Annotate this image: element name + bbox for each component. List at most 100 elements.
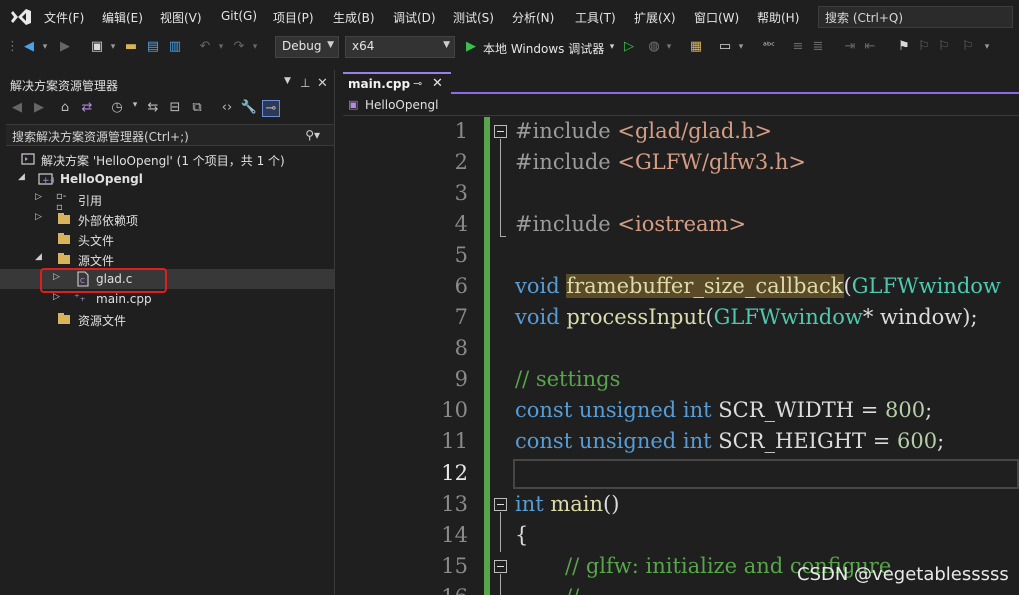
pin-tab-icon[interactable]: ⊸ (413, 77, 422, 90)
layout-dropdown-icon[interactable]: ▾ (736, 38, 746, 56)
fold-collapse-icon[interactable] (494, 560, 507, 573)
menu-build[interactable]: 生成(B) (333, 9, 375, 26)
show-all-files-icon[interactable]: ⧉ (188, 100, 206, 115)
tree-external-deps-node[interactable]: ▷ 外部依赖项 (0, 209, 335, 229)
menu-window[interactable]: 窗口(W) (694, 9, 739, 26)
new-item-dropdown-icon[interactable]: ▾ (108, 38, 118, 56)
navigation-bar: ▣ HelloOpengl (343, 96, 1019, 116)
menu-git[interactable]: Git(G) (221, 9, 257, 23)
menu-tools[interactable]: 工具(T) (575, 9, 616, 26)
solution-config-select[interactable]: Debug ▼ (275, 36, 339, 58)
fold-collapse-icon[interactable] (494, 498, 507, 511)
clear-bookmarks-icon[interactable]: ⚐ (960, 38, 976, 56)
project-scope-dropdown[interactable]: HelloOpengl (365, 98, 438, 112)
prev-bookmark-icon[interactable]: ⚐ (916, 38, 932, 56)
start-without-debugging-icon[interactable]: ▷ (621, 38, 637, 56)
layout-icon[interactable]: ▭ (716, 38, 734, 56)
redo-icon[interactable]: ↷ (230, 38, 248, 56)
pending-changes-icon[interactable]: ◷ (108, 100, 126, 115)
next-bookmark-icon[interactable]: ⚐ (936, 38, 952, 56)
back-icon[interactable]: ◀ (8, 100, 26, 115)
menu-test[interactable]: 测试(S) (453, 9, 494, 26)
back-dropdown-icon[interactable]: ▾ (40, 38, 50, 56)
debug-target-dropdown-icon[interactable]: ▾ (607, 38, 617, 56)
collapse-arrow-icon[interactable]: ◢ (18, 172, 25, 182)
global-search-input[interactable]: 搜索 (Ctrl+Q) (818, 6, 1013, 28)
collapse-arrow-icon[interactable]: ◢ (35, 252, 42, 262)
save-icon[interactable]: ▤ (144, 38, 162, 56)
switch-views-icon[interactable]: ⇄ (78, 100, 96, 115)
undo-icon[interactable]: ↶ (196, 38, 214, 56)
uncomment-icon[interactable]: ≣ (810, 38, 826, 56)
expand-arrow-icon[interactable]: ▷ (53, 292, 60, 302)
comment-icon[interactable]: ≡ (790, 38, 806, 56)
collapse-all-icon[interactable]: ⊟ (166, 100, 184, 115)
tree-project-node[interactable]: ◢ ++ HelloOpengl (0, 169, 335, 189)
menu-view[interactable]: 视图(V) (160, 9, 202, 26)
forward-icon[interactable]: ▶ (56, 38, 74, 56)
undo-dropdown-icon[interactable]: ▾ (216, 38, 226, 56)
search-icon[interactable]: ⚲▾ (305, 128, 320, 142)
properties-icon[interactable]: 🔧 (240, 100, 258, 115)
new-item-icon[interactable]: ▣ (88, 38, 106, 56)
function-name-token: framebuffer_size_callback (566, 274, 844, 298)
close-icon[interactable]: ✕ (317, 76, 328, 91)
cpp-file-icon: ⁺₊ (74, 291, 86, 304)
tree-header-files-node[interactable]: 头文件 (0, 229, 335, 249)
fold-collapse-icon[interactable] (494, 125, 507, 138)
home-icon[interactable]: ⌂ (56, 100, 74, 115)
open-folder-icon[interactable]: ▬ (122, 38, 140, 56)
keyword-token: int (682, 398, 719, 422)
tree-solution-node[interactable]: 解决方案 'HelloOpengl' (1 个项目，共 1 个) (0, 149, 335, 169)
code-editor[interactable]: 1 2 3 4 5 6 7 8 9 10 11 12 13 14 15 16 #… (343, 117, 1019, 595)
tree-source-files-node[interactable]: ◢ 源文件 (0, 249, 335, 269)
redo-dropdown-icon[interactable]: ▾ (250, 38, 260, 56)
toolbar-overflow-icon[interactable]: ▾ (982, 38, 992, 56)
solution-search-input[interactable]: 搜索解决方案资源管理器(Ctrl+;) ⚲▾ (6, 124, 334, 146)
platform-select[interactable]: x64 ▼ (345, 36, 455, 58)
line-number: 5 (454, 243, 468, 267)
tree-resource-files-node[interactable]: 资源文件 (0, 309, 335, 329)
start-debugging-button[interactable]: 本地 Windows 调试器 (483, 40, 604, 57)
hot-reload-dropdown-icon[interactable]: ▾ (664, 38, 674, 56)
play-icon[interactable]: ▶ (463, 38, 479, 56)
menu-analyze[interactable]: 分析(N) (512, 9, 554, 26)
menu-project[interactable]: 项目(P) (273, 9, 314, 26)
platform-value: x64 (352, 39, 375, 53)
hot-reload-icon[interactable]: ◍ (645, 38, 663, 56)
menu-edit[interactable]: 编辑(E) (102, 9, 143, 26)
preview-selected-items-icon[interactable]: ⊸ (262, 100, 280, 117)
close-tab-icon[interactable]: ✕ (432, 76, 443, 91)
menu-help[interactable]: 帮助(H) (757, 9, 799, 26)
number-token: 800 (885, 398, 926, 422)
solution-icon (21, 153, 35, 165)
keyword-token: const (515, 398, 579, 422)
spell-check-icon[interactable]: ᵃᵇᶜ (760, 38, 778, 56)
tree-project-label: HelloOpengl (60, 172, 143, 186)
back-icon[interactable]: ◀ (20, 38, 38, 56)
code-view-icon[interactable]: ‹› (218, 100, 236, 115)
code-line-1: #include <glad/glad.h> (515, 119, 772, 143)
forward-icon[interactable]: ▶ (30, 100, 48, 115)
bookmark-icon[interactable]: ⚑ (896, 38, 912, 56)
save-all-icon[interactable]: ▥ (166, 38, 184, 56)
panel-options-icon[interactable]: ▼ (284, 76, 291, 86)
line-number: 8 (454, 336, 468, 360)
function-name-token: processInput (566, 305, 706, 329)
menu-extensions[interactable]: 扩展(X) (634, 9, 676, 26)
browse-folder-icon[interactable]: ▦ (687, 38, 705, 56)
pending-changes-dropdown-icon[interactable]: ▾ (126, 100, 144, 110)
tab-main-cpp[interactable]: main.cpp ⊸ ✕ (343, 72, 451, 94)
menu-debug[interactable]: 调试(D) (393, 9, 436, 26)
outdent-icon[interactable]: ⇤ (862, 38, 878, 56)
type-token: GLFWwindow (713, 305, 863, 329)
tree-references-node[interactable]: ▷ ▫-▫ 引用 (0, 189, 335, 213)
project-scope-icon: ▣ (348, 98, 359, 111)
expand-arrow-icon[interactable]: ▷ (35, 212, 42, 222)
expand-arrow-icon[interactable]: ▷ (35, 192, 42, 202)
pin-icon[interactable]: ⊥ (300, 76, 310, 90)
indent-icon[interactable]: ⇥ (842, 38, 858, 56)
menu-file[interactable]: 文件(F) (44, 9, 84, 26)
sync-active-document-icon[interactable]: ⇆ (144, 100, 162, 115)
line-number: 16 (383, 585, 468, 595)
